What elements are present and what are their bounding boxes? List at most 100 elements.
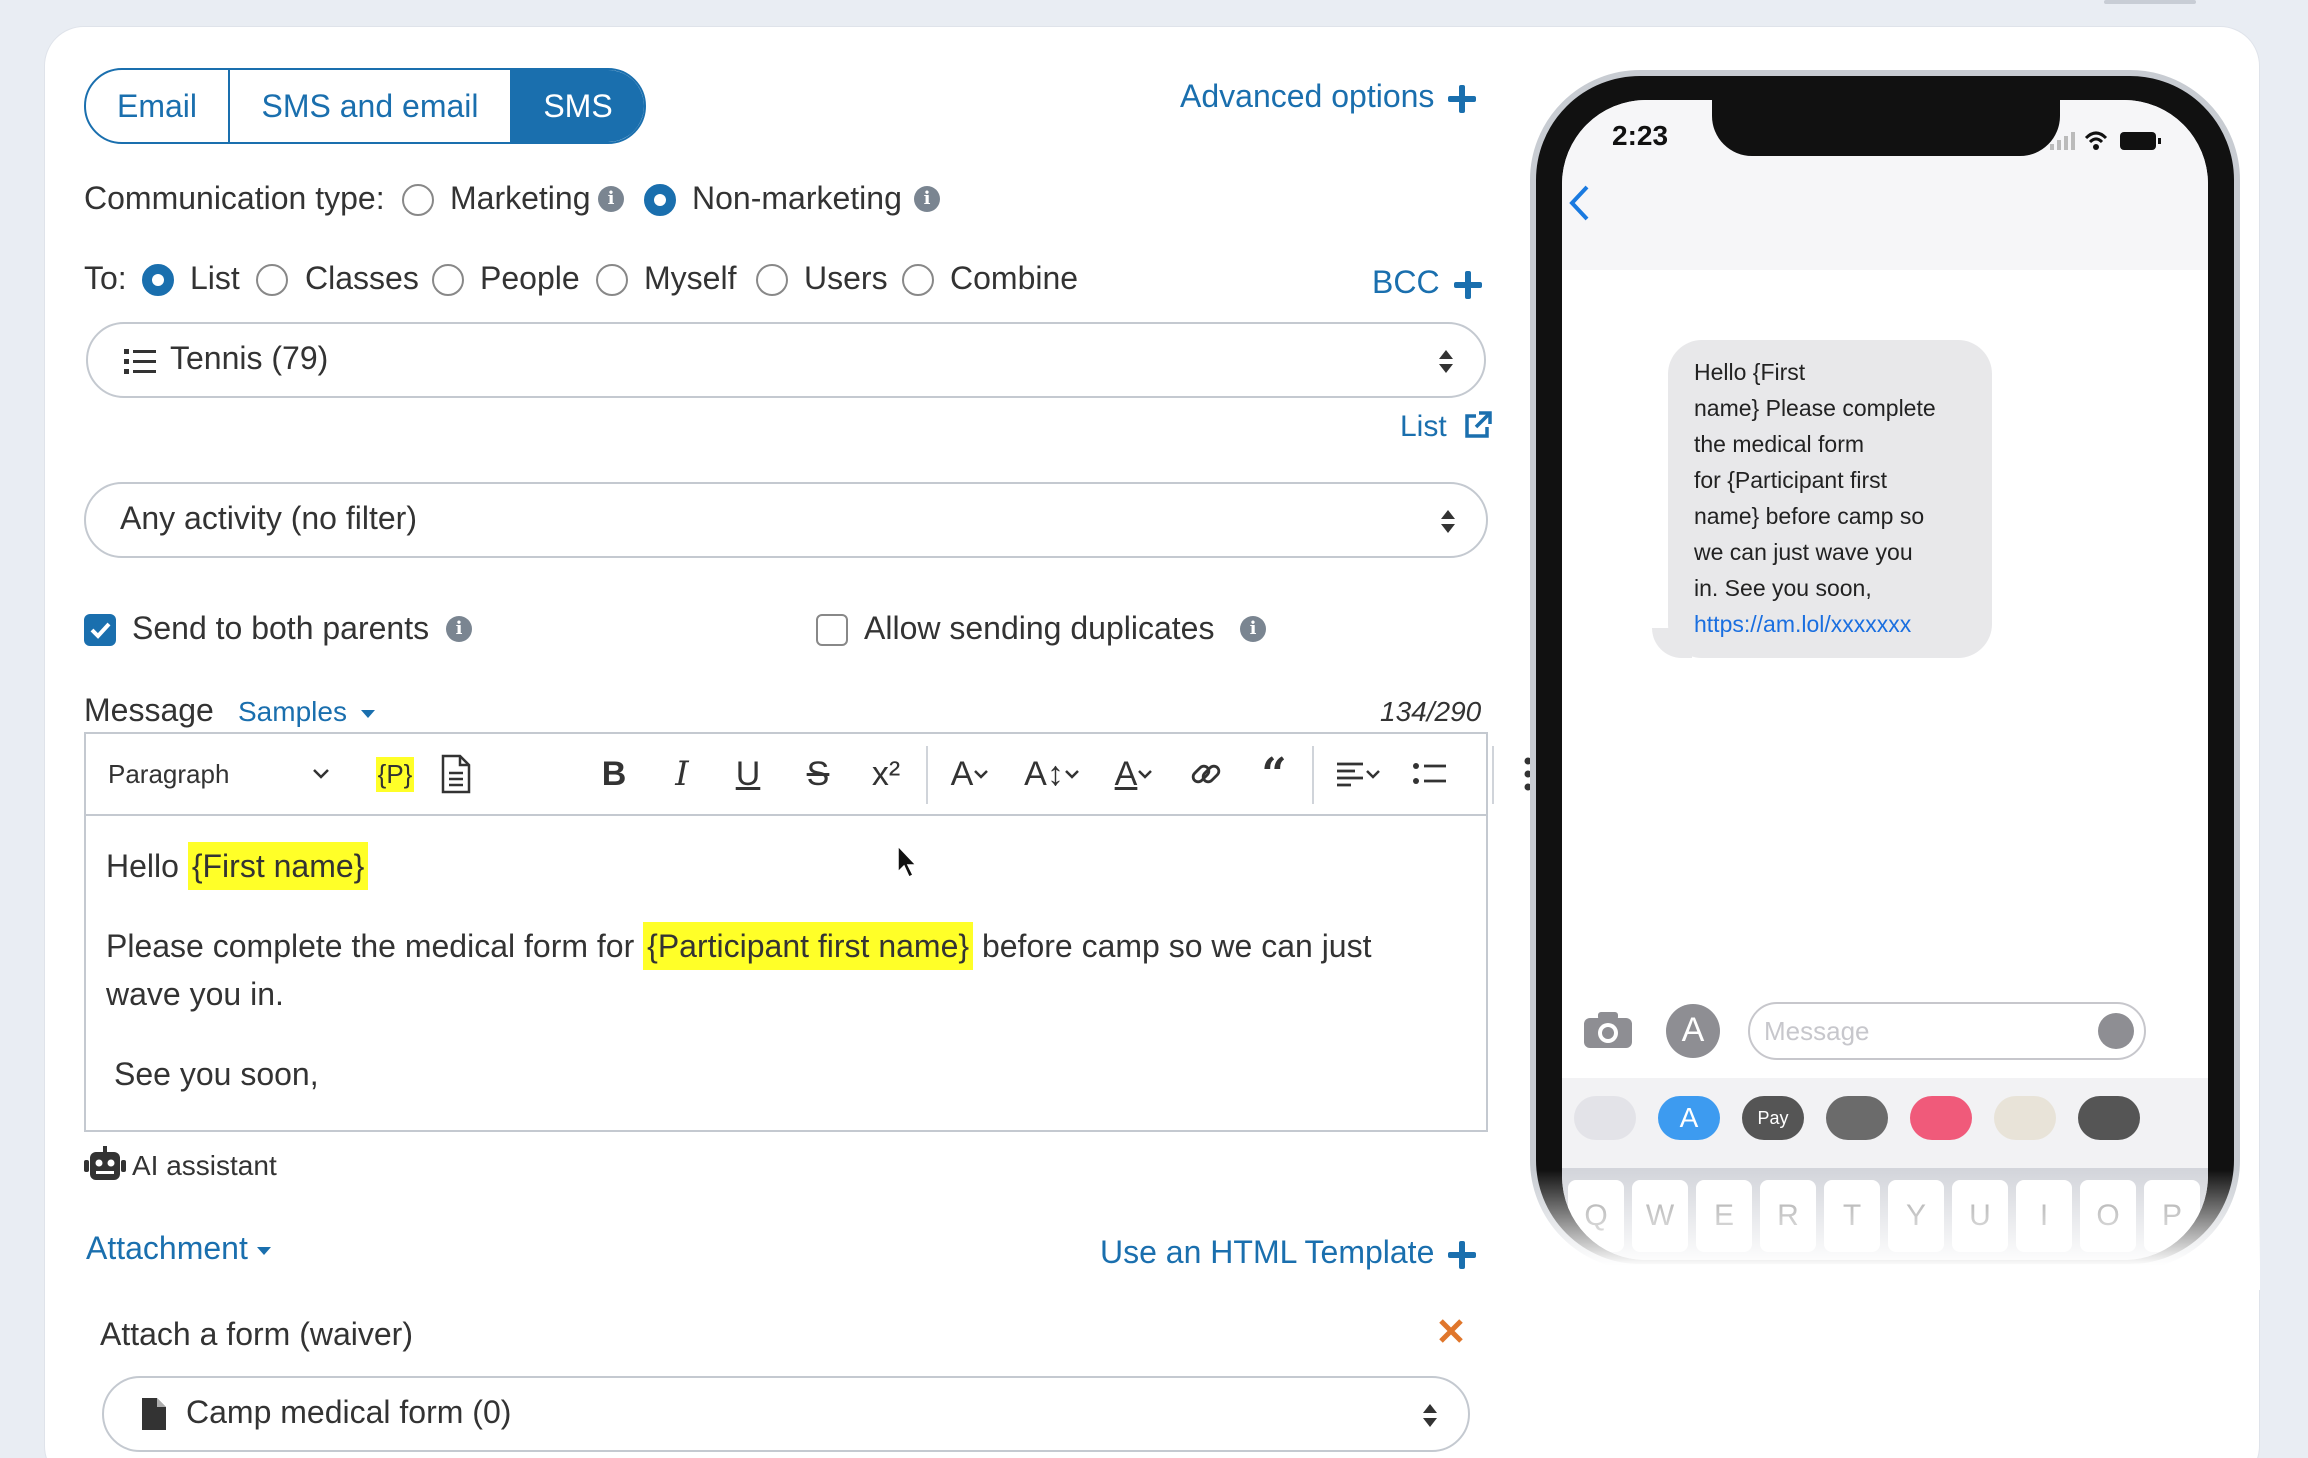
radio-people[interactable] [432,264,464,296]
paragraph-dropdown[interactable]: Paragraph [100,750,340,798]
samples-label: Samples [238,696,347,727]
bubble-line: in. See you soon, [1694,575,1872,601]
text: before camp so we can just [981,928,1372,964]
camera-icon[interactable] [1582,1010,1634,1050]
photos-app-icon[interactable] [1574,1096,1636,1140]
send-both-parents-checkbox[interactable] [84,614,116,646]
html-template-link[interactable]: Use an HTML Template [1100,1234,1477,1271]
non-marketing-label: Non-marketing [692,180,902,216]
radio-users[interactable] [756,264,788,296]
bubble-line: Hello {First [1694,359,1806,385]
font-color-button[interactable]: A [1104,750,1164,798]
app-drawer: A Pay [1562,1078,2208,1168]
radio-combine[interactable] [902,264,934,296]
editor-line-4[interactable]: See you soon, [114,1050,319,1098]
app-store-icon[interactable]: A [1666,1004,1720,1058]
allow-duplicates-checkbox[interactable] [816,614,848,646]
message-label: Message [84,692,214,728]
editor-line-3[interactable]: wave you in. [106,970,284,1018]
phone-time: 2:23 [1612,120,1669,151]
quote-icon: “ [1261,748,1287,800]
blockquote-button[interactable]: “ [1250,748,1298,800]
list-select[interactable]: Tennis (79) [86,322,1486,398]
superscript-icon: x² [871,754,901,793]
tab-sms[interactable]: SMS [512,70,644,142]
bcc-link[interactable]: BCC [1372,264,1482,301]
phone-fade-overlay [1520,1170,2260,1290]
check-icon [90,622,111,639]
info-icon[interactable]: i [914,186,940,212]
toolbar-separator [1492,746,1494,804]
superscript-button[interactable]: x² [862,750,910,798]
animoji-app-icon[interactable] [1994,1096,2056,1140]
combine-option-label: Combine [950,260,1079,296]
strikethrough-button[interactable]: S [794,750,842,798]
bold-button[interactable]: B [590,750,638,798]
bubble-line: for {Participant first [1694,467,1888,493]
placeholder-tag[interactable]: {First name} [187,842,369,890]
link-icon [1191,764,1221,784]
align-left-icon [1337,762,1363,787]
insert-document-button[interactable] [432,750,480,798]
list-select-value: Tennis (79) [170,340,329,376]
radio-list[interactable] [142,264,174,296]
select-arrows-icon [1440,510,1456,534]
link-button[interactable] [1182,750,1230,798]
activity-select[interactable]: Any activity (no filter) [84,482,1488,558]
message-editor: Paragraph {P} B I U S x² A A↕ A “ Hello … [84,732,1532,1132]
activity-app-icon[interactable] [1826,1096,1888,1140]
ai-assistant-button[interactable]: AI assistant [84,1145,277,1182]
users-option-label: Users [804,260,888,296]
bullet-list-button[interactable] [1406,750,1454,798]
activity-select-value: Any activity (no filter) [120,500,417,536]
top-scroll-fragment [2104,0,2196,4]
radio-non-marketing[interactable] [644,184,676,216]
apple-pay-app-icon[interactable]: Pay [1742,1096,1804,1140]
placeholder-tag[interactable]: {Participant first name} [643,922,974,970]
attachment-dropdown[interactable]: Attachment [86,1230,271,1267]
align-button[interactable] [1326,750,1390,798]
search-images-app-icon[interactable] [1910,1096,1972,1140]
select-arrows-icon [1438,350,1454,374]
character-counter: 134/290 [1380,696,1482,727]
editor-line-1[interactable]: Hello {First name} [106,842,369,890]
back-chevron-icon[interactable] [1568,184,1590,222]
bubble-line: name} Please complete [1694,395,1936,421]
allow-duplicates-label: Allow sending duplicates [864,610,1215,646]
bold-icon: B [601,754,627,793]
radio-classes[interactable] [256,264,288,296]
samples-dropdown[interactable]: Samples [238,696,375,728]
font-size-button[interactable]: A↕ [1020,750,1084,798]
document-icon [441,754,471,794]
ai-assistant-label: AI assistant [132,1150,277,1181]
advanced-options-link[interactable]: Advanced options [1180,78,1477,115]
info-icon[interactable]: i [598,186,624,212]
microphone-icon[interactable] [2098,1013,2134,1049]
editor-toolbar: Paragraph {P} B I U S x² A A↕ A “ [86,734,1532,816]
attach-form-label: Attach a form (waiver) [100,1316,413,1352]
tab-email[interactable]: Email [86,70,230,142]
info-icon[interactable]: i [1240,616,1266,642]
digital-touch-app-icon[interactable] [2078,1096,2140,1140]
myself-option-label: Myself [644,260,737,296]
mouse-cursor-icon [897,844,918,879]
placeholder-insert-button[interactable]: {P} [370,750,420,798]
info-icon[interactable]: i [446,616,472,642]
toolbar-separator [926,746,928,804]
message-input[interactable]: Message [1748,1002,2146,1060]
radio-marketing[interactable] [402,184,434,216]
classes-option-label: Classes [305,260,419,296]
close-icon[interactable] [1438,1318,1464,1344]
underline-button[interactable]: U [724,750,772,798]
app-store-app-icon[interactable]: A [1658,1096,1720,1140]
radio-myself[interactable] [596,264,628,296]
editor-line-2[interactable]: Please complete the medical form for {Pa… [106,922,1371,970]
list-external-link[interactable]: List [1400,410,1493,444]
phone-screen: Hello {First name} Please complete the med… [1562,100,2208,1260]
font-family-icon: A [950,754,974,793]
tab-sms-and-email[interactable]: SMS and email [230,70,512,142]
font-family-button[interactable]: A [938,750,1002,798]
italic-button[interactable]: I [658,750,706,798]
bubble-link[interactable]: https://am.lol/xxxxxxx [1694,606,1936,642]
form-select[interactable]: Camp medical form (0) [102,1376,1470,1452]
